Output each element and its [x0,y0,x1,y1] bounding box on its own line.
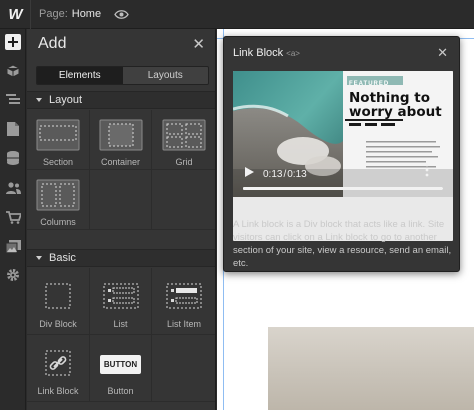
cms-database-icon[interactable] [4,149,22,167]
video-progress-fill [243,187,443,190]
add-panel: Add ✕ Elements Layouts Layout Section Co… [27,29,216,410]
element-label: Button [107,386,134,396]
element-preview-card: Link Block <a> ✕ FEATURED Nothing to wor… [223,36,460,272]
empty-cell [152,335,215,402]
section-icon [36,119,80,151]
columns-icon [36,179,80,211]
layout-elements-grid: Section Container Grid Columns [27,110,215,230]
close-panel-icon[interactable]: ✕ [192,35,205,53]
list-icon [99,281,143,313]
element-label: Div Block [39,319,77,329]
element-div-block[interactable]: Div Block [27,268,90,335]
section-layout-title: Layout [49,94,83,106]
empty-cell [90,170,152,230]
video-total-time: 0:13 [287,168,307,180]
element-label: List Item [166,319,201,329]
symbols-cube-icon[interactable] [4,62,22,80]
ecommerce-cart-icon[interactable] [4,208,22,226]
collapse-caret-icon [36,98,42,102]
webflow-logo[interactable]: W [0,0,30,29]
element-label: Section [42,157,74,167]
featured-badge-label: FEATURED [349,81,390,87]
video-progress-track[interactable] [243,187,443,190]
time-separator: / [283,168,287,180]
panel-title: Add [38,35,67,52]
element-grid[interactable]: Grid [152,110,215,170]
video-current-time: 0:13 [263,168,283,180]
add-panel-icon[interactable] [5,34,21,50]
section-layout-header[interactable]: Layout [27,91,215,109]
card-title: Link Block <a> [233,47,300,59]
element-label: Container [100,157,141,167]
div-block-icon [36,281,80,313]
video-headline: Nothing to worry about [349,90,442,120]
assets-images-icon[interactable] [4,237,22,255]
play-icon[interactable] [243,165,255,183]
element-label: Columns [40,217,76,227]
link-block-icon [36,348,80,380]
tab-elements[interactable]: Elements [37,67,123,84]
element-container[interactable]: Container [90,110,152,170]
more-options-icon[interactable] [424,163,430,182]
users-icon[interactable] [4,179,22,197]
grid-icon [162,119,206,151]
element-label: List [113,319,128,329]
element-button[interactable]: BUTTON Button [90,335,152,402]
eye-icon[interactable] [113,6,129,22]
section-basic-title: Basic [49,252,76,264]
top-bar: W Page: Home [0,0,474,29]
list-item-icon [162,281,206,313]
button-icon-label: BUTTON [99,354,142,374]
page-label: Page: [39,8,68,20]
section-basic-header[interactable]: Basic [27,249,215,267]
element-section[interactable]: Section [27,110,90,170]
element-columns[interactable]: Columns [27,170,90,230]
empty-cell [152,170,215,230]
container-icon [99,119,143,151]
element-label: Grid [175,157,193,167]
page-name[interactable]: Home [72,8,101,20]
preview-video[interactable]: FEATURED Nothing to worry about 0:13 / 0… [233,71,453,241]
left-toolbar [0,29,26,410]
collapse-caret-icon [36,256,42,260]
video-controls: 0:13 / 0:13 [243,165,307,183]
basic-elements-grid: Div Block List List Item Link Block BUTT… [27,268,215,402]
settings-gear-icon[interactable] [4,266,22,284]
card-description: A Link block is a Div block that acts li… [233,219,452,269]
button-icon: BUTTON [99,348,143,380]
element-label: Link Block [37,386,79,396]
canvas-image[interactable] [268,327,474,410]
element-list[interactable]: List [90,268,152,335]
card-title-text: Link Block [233,47,284,59]
navigator-icon[interactable] [4,91,22,109]
card-tag: <a> [286,49,300,58]
tab-layouts[interactable]: Layouts [122,67,208,84]
element-link-block[interactable]: Link Block [27,335,90,402]
divider [30,0,31,29]
panel-header: Add ✕ [27,29,215,59]
element-list-item[interactable]: List Item [152,268,215,335]
pages-icon[interactable] [4,120,22,138]
close-card-icon[interactable]: ✕ [437,45,448,61]
panel-tabs: Elements Layouts [36,66,209,85]
